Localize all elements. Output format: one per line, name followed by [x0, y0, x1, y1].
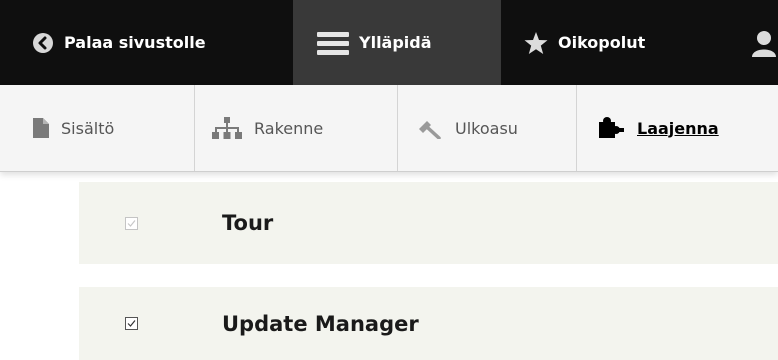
admin-toolbar: Palaa sivustolle Ylläpidä Oikopolut [0, 0, 778, 85]
tray-item-label: Rakenne [254, 118, 324, 138]
sitemap-icon [212, 117, 242, 139]
hamburger-icon [317, 31, 349, 55]
tray-item-label: Ulkoasu [455, 118, 518, 138]
admin-tray: Sisältö Rakenne Ulkoasu Laajenna [0, 85, 778, 172]
back-to-site-label: Palaa sivustolle [64, 33, 206, 52]
manage-label: Ylläpidä [359, 33, 432, 52]
wrench-icon [417, 117, 443, 139]
checkmark-icon [127, 219, 136, 227]
tray-item-label: Sisältö [61, 118, 115, 138]
tray-item-extend[interactable]: Laajenna [597, 85, 719, 171]
puzzle-icon [597, 116, 625, 140]
module-name: Tour [222, 211, 274, 235]
tray-item-content[interactable]: Sisältö [33, 85, 114, 171]
user-icon [750, 29, 778, 57]
chevron-left-circle-icon [32, 32, 54, 54]
shortcuts-label: Oikopolut [558, 33, 646, 52]
tray-divider [576, 85, 577, 171]
user-tab[interactable] [750, 0, 778, 85]
shortcuts-tab[interactable]: Oikopolut [524, 0, 645, 85]
module-checkbox[interactable] [125, 317, 138, 330]
module-checkbox [125, 216, 138, 230]
module-row: Update Manager [79, 287, 778, 360]
star-icon [524, 31, 548, 55]
tray-item-structure[interactable]: Rakenne [212, 85, 323, 171]
back-to-site-link[interactable]: Palaa sivustolle [32, 0, 206, 85]
file-icon [33, 118, 49, 138]
checkmark-icon [127, 320, 136, 327]
tray-divider [397, 85, 398, 171]
tray-item-label: Laajenna [637, 118, 719, 138]
module-name: Update Manager [222, 311, 419, 336]
module-row: Tour [79, 182, 778, 264]
manage-tab[interactable]: Ylläpidä [293, 0, 501, 85]
tray-divider [194, 85, 195, 171]
tray-item-appearance[interactable]: Ulkoasu [417, 85, 518, 171]
